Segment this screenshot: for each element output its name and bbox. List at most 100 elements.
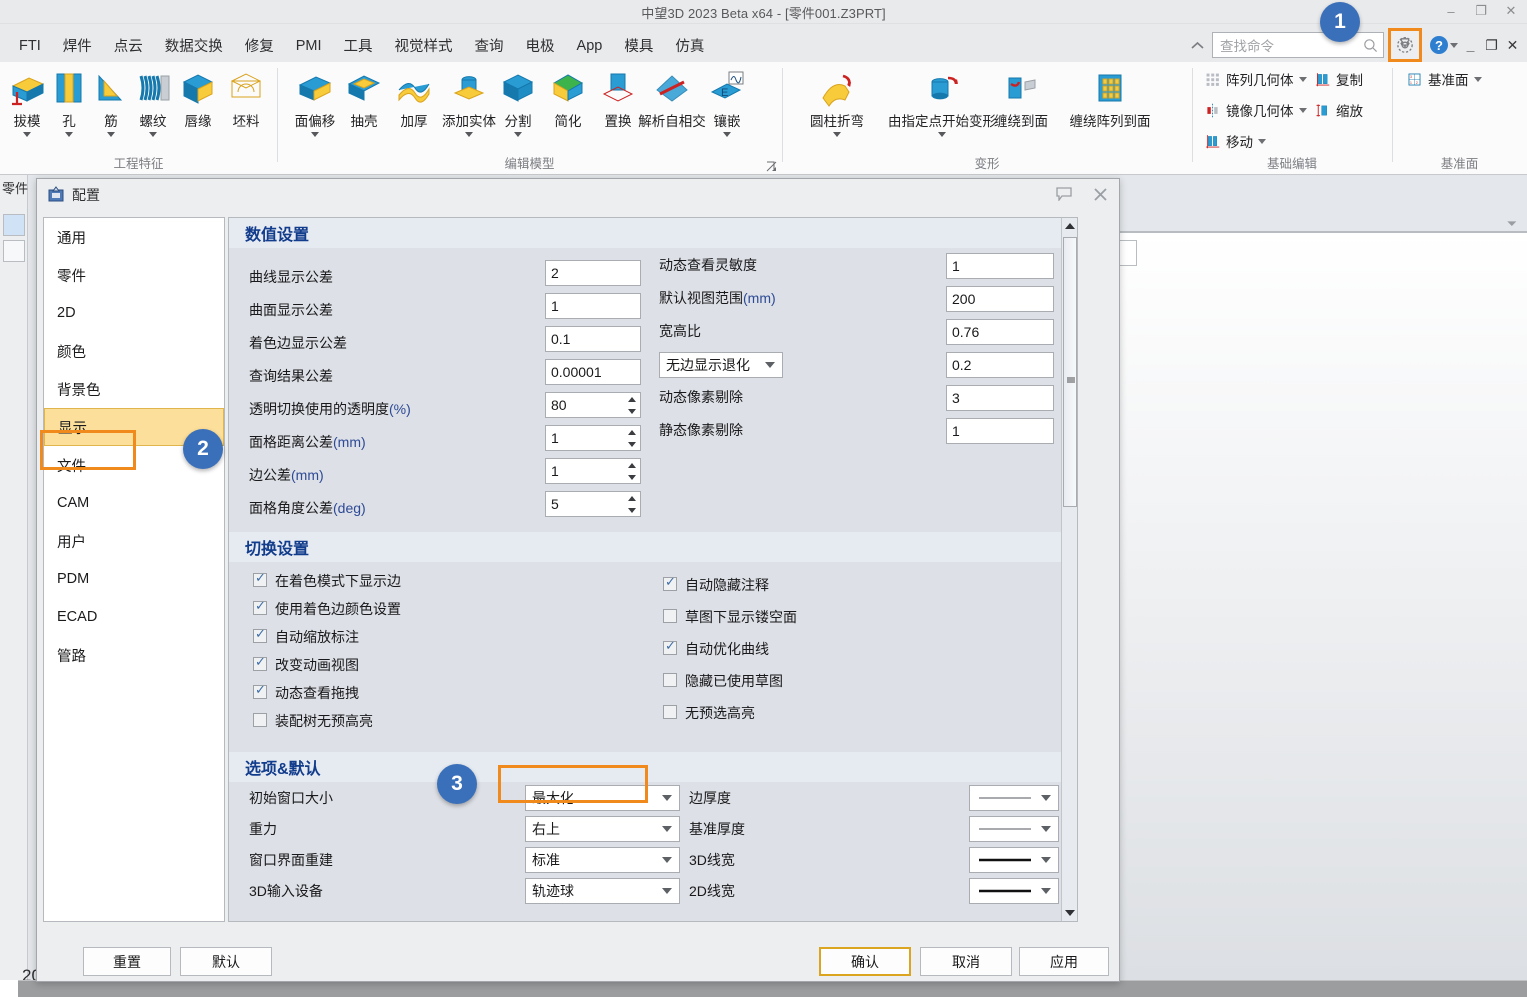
ribbon-button-hole[interactable]: 孔 <box>46 67 92 137</box>
config-pane-scrollbar[interactable] <box>1061 218 1077 921</box>
menu-item-2[interactable]: 点云 <box>103 32 154 59</box>
menu-item-1[interactable]: 焊件 <box>52 32 103 59</box>
comment-icon[interactable] <box>1055 185 1073 203</box>
numeric-input-left[interactable]: 1 <box>545 458 641 484</box>
window-close-button[interactable]: ✕ <box>1503 3 1519 19</box>
chevron-down-icon[interactable] <box>311 132 319 137</box>
spinner-down-icon[interactable] <box>627 474 636 480</box>
scroll-up-icon[interactable] <box>1062 218 1077 235</box>
spinner-control[interactable] <box>624 459 639 483</box>
scrollbar-thumb[interactable] <box>1063 237 1077 507</box>
help-group[interactable]: ? <box>1430 36 1458 54</box>
chevron-down-icon[interactable] <box>1298 107 1307 113</box>
ribbon-button-rib[interactable]: 筋 <box>88 67 134 137</box>
cancel-button[interactable]: 取消 <box>920 947 1012 976</box>
checkbox[interactable] <box>663 673 677 687</box>
chevron-down-icon[interactable] <box>1258 138 1266 144</box>
config-nav-item-7[interactable]: CAM <box>44 484 224 522</box>
menu-item-8[interactable]: 查询 <box>464 32 515 59</box>
menu-item-7[interactable]: 视觉样式 <box>384 32 464 59</box>
checkbox[interactable] <box>253 598 267 615</box>
3d-viewport[interactable] <box>1120 232 1527 980</box>
ribbon-button-wrap-to-face[interactable]: 缠绕到面 <box>982 67 1060 130</box>
checkbox[interactable] <box>253 654 267 671</box>
ribbon-button-divide[interactable]: 分割 <box>493 67 543 137</box>
ribbon-small-button-pattern-geom[interactable]: 阵列几何体 <box>1200 68 1311 90</box>
help-icon[interactable]: ? <box>1430 36 1448 54</box>
chevron-down-icon[interactable] <box>465 132 473 137</box>
chevron-down-icon[interactable] <box>765 362 775 368</box>
numeric-input-right[interactable]: 0.2 <box>946 352 1054 378</box>
numeric-input-left[interactable]: 5 <box>545 491 641 517</box>
chevron-down-icon[interactable] <box>1298 76 1307 82</box>
ribbon-button-shell[interactable]: 抽壳 <box>339 67 389 130</box>
config-nav-item-8[interactable]: 用户 <box>44 522 224 560</box>
menu-item-4[interactable]: 修复 <box>234 32 285 59</box>
ribbon-button-cylindrical-bend[interactable]: 圆柱折弯 <box>798 67 876 137</box>
chevron-down-icon[interactable] <box>1041 888 1051 894</box>
doc-minimize-button[interactable]: _ <box>1462 37 1479 54</box>
numeric-input-right[interactable]: 200 <box>946 286 1054 312</box>
ribbon-button-draft[interactable]: 拔模 <box>4 67 50 137</box>
search-input[interactable]: 查找命令 <box>1212 32 1384 58</box>
config-nav-item-0[interactable]: 通用 <box>44 218 224 256</box>
chevron-down-icon[interactable] <box>833 132 841 137</box>
config-nav-item-2[interactable]: 2D <box>44 294 224 332</box>
ribbon-small-button-move[interactable]: 移动 <box>1200 130 1270 152</box>
linewidth-combo[interactable] <box>969 878 1059 904</box>
gear-icon[interactable] <box>1388 28 1422 62</box>
ribbon-small-button-copy[interactable]: 复制 <box>1310 68 1367 90</box>
checkbox[interactable] <box>253 626 267 643</box>
chevron-down-icon[interactable] <box>23 132 31 137</box>
ribbon-button-stock[interactable]: 坯料 <box>220 67 272 130</box>
chevron-down-icon[interactable] <box>1450 42 1458 48</box>
window-restore-button[interactable]: ❐ <box>1473 3 1489 19</box>
close-icon[interactable] <box>1091 185 1109 203</box>
ribbon-button-lip[interactable]: 唇缘 <box>172 67 224 130</box>
ribbon-button-replace[interactable]: 置换 <box>593 67 643 130</box>
reset-button[interactable]: 重置 <box>83 947 171 976</box>
ribbon-button-face-offset[interactable]: 面偏移 <box>287 67 343 137</box>
chevron-down-icon[interactable] <box>723 132 731 137</box>
menu-item-12[interactable]: 仿真 <box>664 32 715 59</box>
menu-item-0[interactable]: FTI <box>8 35 52 57</box>
numeric-input-right[interactable]: 1 <box>946 418 1054 444</box>
checkbox[interactable] <box>663 609 677 623</box>
chevron-down-icon[interactable] <box>1473 76 1482 82</box>
numeric-input-right[interactable]: 3 <box>946 385 1054 411</box>
menu-item-6[interactable]: 工具 <box>333 32 384 59</box>
scroll-down-icon[interactable] <box>1062 904 1077 921</box>
ribbon-button-inlay[interactable]: E 镶嵌 <box>703 67 751 137</box>
checkbox[interactable] <box>663 705 677 719</box>
window-minimize-button[interactable]: – <box>1443 3 1459 19</box>
ribbon-button-add-solid[interactable]: 添加实体 <box>441 67 497 137</box>
checkbox[interactable] <box>253 682 267 699</box>
config-nav-item-4[interactable]: 背景色 <box>44 370 224 408</box>
chevron-down-icon[interactable] <box>514 132 522 137</box>
ribbon-button-wrap-pattern[interactable]: 缠绕阵列到面 <box>1060 67 1160 130</box>
left-dock-item-1[interactable] <box>3 214 25 236</box>
linewidth-combo[interactable] <box>969 816 1059 842</box>
numeric-input-right[interactable]: 0.76 <box>946 319 1054 345</box>
menu-item-5[interactable]: PMI <box>285 35 333 57</box>
ribbon-button-self-intersect[interactable]: 解析自相交 <box>637 67 707 130</box>
chevron-down-icon[interactable] <box>1041 857 1051 863</box>
chevron-down-icon[interactable] <box>107 132 115 137</box>
config-nav-item-11[interactable]: 管路 <box>44 636 224 674</box>
menu-item-10[interactable]: App <box>566 35 614 57</box>
config-nav-item-1[interactable]: 零件 <box>44 256 224 294</box>
linewidth-combo[interactable] <box>969 847 1059 873</box>
degenerate-display-combo[interactable]: 无边显示退化 <box>659 352 783 378</box>
numeric-input-right[interactable]: 1 <box>946 253 1054 279</box>
chevron-down-icon[interactable] <box>938 132 946 137</box>
dialog-launcher-icon[interactable] <box>766 161 778 173</box>
left-dock-item-2[interactable] <box>3 240 25 262</box>
ok-button[interactable]: 确认 <box>819 947 911 976</box>
spinner-down-icon[interactable] <box>627 507 636 513</box>
menu-item-9[interactable]: 电极 <box>515 32 566 59</box>
chevron-down-icon[interactable] <box>1041 795 1051 801</box>
chevron-down-icon[interactable] <box>149 132 157 137</box>
chevron-down-icon[interactable] <box>65 132 73 137</box>
ribbon-button-simplify[interactable]: 简化 <box>543 67 593 130</box>
doc-close-button[interactable]: ✕ <box>1504 37 1521 54</box>
